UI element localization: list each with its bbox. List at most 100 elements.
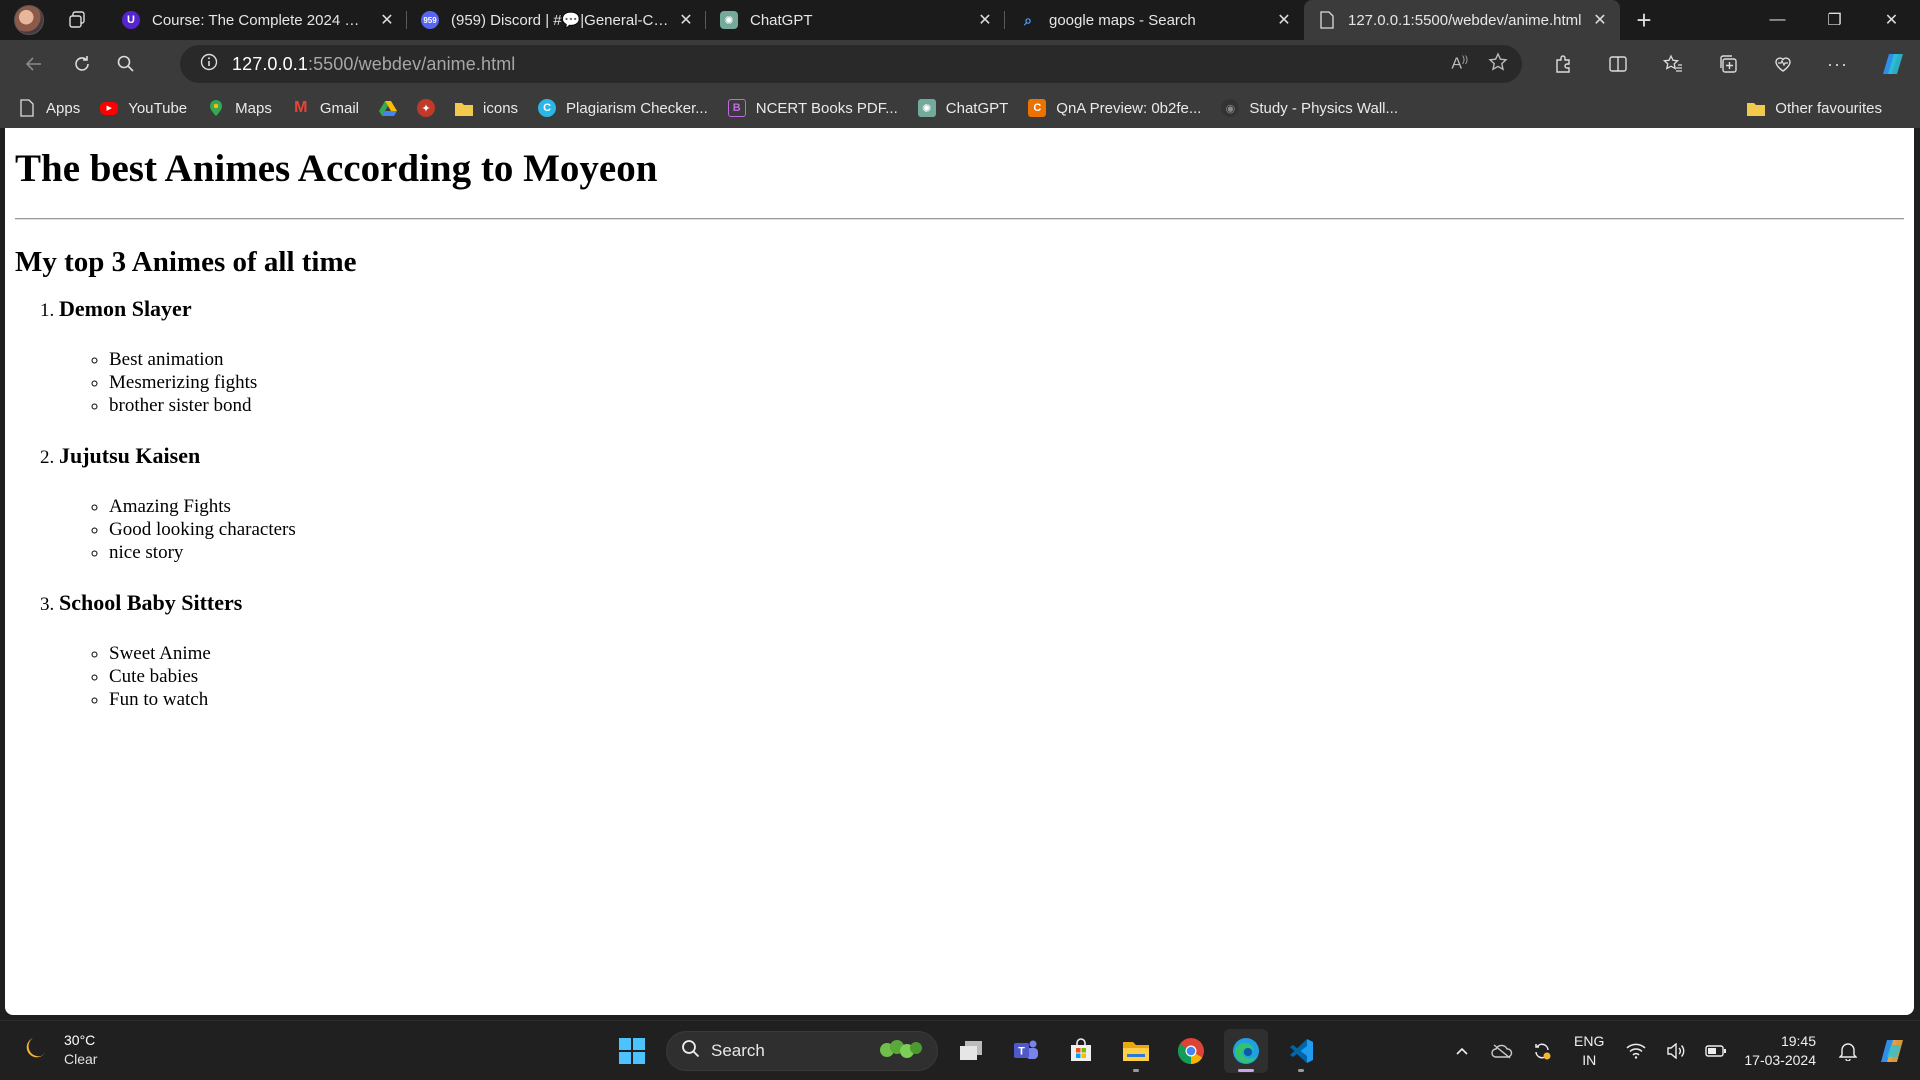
clover-icon bbox=[873, 1038, 925, 1071]
tab-udemy[interactable]: U Course: The Complete 2024 Web Developm… bbox=[108, 0, 407, 40]
bookmark-youtube[interactable]: ▶ YouTube bbox=[100, 100, 187, 117]
anime-points: Best animation Mesmerizing fights brothe… bbox=[109, 348, 1904, 417]
bookmark-extension[interactable]: ✦ bbox=[417, 99, 436, 117]
volume-icon[interactable] bbox=[1656, 1043, 1696, 1059]
weather-widget[interactable]: 30°C Clear bbox=[22, 1031, 97, 1069]
bookmark-chatgpt[interactable]: ✺ ChatGPT bbox=[917, 99, 1008, 117]
tab-google-maps-search[interactable]: ⌕ google maps - Search ✕ bbox=[1005, 0, 1304, 40]
read-aloud-icon[interactable]: A)) bbox=[1451, 54, 1468, 73]
close-tab-icon[interactable]: ✕ bbox=[676, 10, 696, 30]
tab-discord[interactable]: 959 (959) Discord | #💬|General-Chat ✕ bbox=[407, 0, 706, 40]
bookmark-label: YouTube bbox=[128, 99, 188, 117]
bookmark-apps[interactable]: Apps bbox=[18, 99, 80, 117]
profile-avatar[interactable] bbox=[14, 5, 44, 35]
close-window-icon[interactable]: ✕ bbox=[1863, 0, 1920, 40]
sync-icon[interactable] bbox=[1522, 1041, 1562, 1061]
wifi-icon[interactable] bbox=[1616, 1043, 1656, 1059]
anime-point: Amazing Fights bbox=[109, 495, 1904, 518]
chatgpt-icon: ✺ bbox=[917, 99, 936, 117]
new-tab-button[interactable]: + bbox=[1624, 0, 1664, 40]
anime-point: Best animation bbox=[109, 348, 1904, 371]
anime-point: Sweet Anime bbox=[109, 642, 1904, 665]
bookmark-label: QnA Preview: 0b2fe... bbox=[1056, 99, 1202, 117]
bookmark-label: Maps bbox=[235, 99, 272, 117]
anime-point: Mesmerizing fights bbox=[109, 371, 1904, 394]
tab-chatgpt[interactable]: ✺ ChatGPT ✕ bbox=[706, 0, 1005, 40]
tab-title: google maps - Search bbox=[1049, 11, 1196, 29]
bookmark-ncert[interactable]: B NCERT Books PDF... bbox=[727, 99, 898, 117]
page-viewport: The best Animes According to Moyeon My t… bbox=[5, 128, 1914, 1015]
favorite-star-icon[interactable] bbox=[1488, 51, 1508, 77]
close-tab-icon[interactable]: ✕ bbox=[975, 10, 995, 30]
close-tab-icon[interactable]: ✕ bbox=[377, 10, 397, 30]
edge-icon[interactable] bbox=[1224, 1029, 1268, 1073]
microsoft-store-icon[interactable] bbox=[1059, 1029, 1103, 1073]
close-tab-icon[interactable]: ✕ bbox=[1590, 10, 1610, 30]
bookmark-plagiarism[interactable]: C Plagiarism Checker... bbox=[538, 99, 708, 117]
windows-start-icon[interactable] bbox=[610, 1029, 654, 1073]
collections-icon[interactable] bbox=[1700, 44, 1755, 84]
bookmark-folder-icons[interactable]: icons bbox=[455, 99, 518, 117]
search-icon[interactable] bbox=[106, 44, 146, 84]
svg-text:T: T bbox=[1018, 1046, 1025, 1058]
tab-strip: U Course: The Complete 2024 Web Developm… bbox=[0, 0, 1920, 40]
clock[interactable]: 19:45 17-03-2024 bbox=[1744, 1032, 1816, 1070]
browser-essentials-icon[interactable] bbox=[1755, 44, 1810, 84]
chegg-icon: C bbox=[1028, 99, 1047, 117]
page-icon bbox=[18, 99, 36, 117]
file-explorer-icon[interactable] bbox=[1114, 1029, 1158, 1073]
chatgpt-icon: ✺ bbox=[720, 11, 738, 29]
back-arrow-icon[interactable] bbox=[14, 44, 54, 84]
onedrive-icon[interactable] bbox=[1482, 1043, 1522, 1059]
anime-points: Amazing Fights Good looking characters n… bbox=[109, 495, 1904, 564]
bookmark-gmail[interactable]: M Gmail bbox=[292, 99, 359, 117]
anime-item: School Baby Sitters Sweet Anime Cute bab… bbox=[59, 590, 1904, 711]
page-heading: The best Animes According to Moyeon bbox=[15, 147, 658, 190]
tab-title: ChatGPT bbox=[750, 11, 813, 29]
task-view-icon[interactable] bbox=[949, 1029, 993, 1073]
workspaces-icon[interactable] bbox=[60, 3, 94, 37]
anime-point: Good looking characters bbox=[109, 518, 1904, 541]
anime-point: brother sister bond bbox=[109, 394, 1904, 417]
study-icon: ◉ bbox=[1221, 99, 1240, 117]
bookmark-study[interactable]: ◉ Study - Physics Wall... bbox=[1221, 99, 1398, 117]
horizontal-rule bbox=[15, 217, 1904, 220]
restore-icon[interactable]: ❐ bbox=[1806, 0, 1863, 40]
bookmark-label: Plagiarism Checker... bbox=[566, 99, 708, 117]
language-indicator[interactable]: ENG IN bbox=[1574, 1032, 1604, 1070]
bookmark-maps[interactable]: Maps bbox=[207, 99, 272, 117]
tab-anime-page[interactable]: 127.0.0.1:5500/webdev/anime.html ✕ bbox=[1304, 0, 1620, 40]
anime-point: Cute babies bbox=[109, 665, 1904, 688]
copilot-icon[interactable] bbox=[1868, 1036, 1920, 1066]
bookmark-drive[interactable] bbox=[379, 99, 398, 117]
more-options-icon[interactable]: ··· bbox=[1810, 44, 1865, 84]
copilot-icon[interactable] bbox=[1865, 44, 1920, 84]
bookmark-label: Gmail bbox=[319, 99, 360, 117]
search-icon bbox=[681, 1039, 701, 1064]
chrome-icon[interactable] bbox=[1169, 1029, 1213, 1073]
split-screen-icon[interactable] bbox=[1590, 44, 1645, 84]
extensions-icon[interactable] bbox=[1535, 44, 1590, 84]
search-icon: ⌕ bbox=[1024, 11, 1032, 28]
other-favourites-folder[interactable]: Other favourites bbox=[1747, 88, 1882, 128]
battery-icon[interactable] bbox=[1696, 1044, 1736, 1058]
page-icon bbox=[1318, 11, 1336, 29]
running-indicator bbox=[1298, 1069, 1304, 1072]
folder-icon bbox=[1747, 99, 1766, 117]
vscode-icon[interactable] bbox=[1279, 1029, 1323, 1073]
bookmark-label: Other favourites bbox=[1775, 99, 1882, 117]
notification-bell-icon[interactable] bbox=[1828, 1041, 1868, 1061]
teams-icon[interactable]: T bbox=[1004, 1029, 1048, 1073]
minimize-icon[interactable]: — bbox=[1749, 0, 1806, 40]
url-text: 127.0.0.1:5500/webdev/anime.html bbox=[232, 54, 515, 75]
address-bar[interactable]: 127.0.0.1:5500/webdev/anime.html A)) bbox=[180, 45, 1522, 83]
youtube-icon: ▶ bbox=[100, 101, 119, 115]
close-tab-icon[interactable]: ✕ bbox=[1274, 10, 1294, 30]
site-info-icon[interactable] bbox=[200, 53, 218, 76]
anime-list: Demon Slayer Best animation Mesmerizing … bbox=[59, 296, 1904, 711]
favorites-icon[interactable] bbox=[1645, 44, 1700, 84]
refresh-icon[interactable] bbox=[62, 44, 102, 84]
bookmark-qna[interactable]: C QnA Preview: 0b2fe... bbox=[1028, 99, 1201, 117]
chevron-up-icon[interactable] bbox=[1442, 1043, 1482, 1059]
taskbar-search-input[interactable]: Search bbox=[666, 1031, 938, 1071]
